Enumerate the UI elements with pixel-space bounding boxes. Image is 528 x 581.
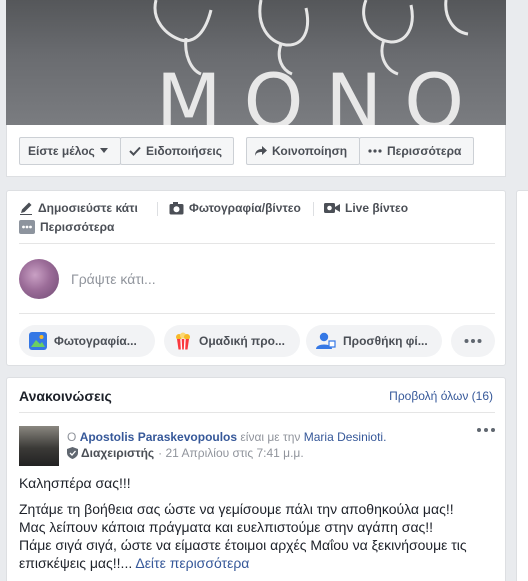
tab-more[interactable]: Περισσότερα: [19, 220, 114, 234]
divider: [19, 313, 495, 314]
share-label: Κοινοποίηση: [272, 144, 348, 158]
photo-icon: [29, 332, 47, 350]
post-prefix: Ο: [67, 430, 77, 444]
post-options-icon[interactable]: [477, 428, 495, 432]
cover-photo: MONO: [6, 0, 506, 125]
post-date-link[interactable]: · 21 Απριλίου στις 7:41 μ.μ.: [158, 446, 303, 460]
checkmark-icon: [129, 146, 141, 156]
post-line: Ζητάμε τη βοήθεια σας ώστε να γεμίσουμε …: [19, 501, 454, 517]
group-pill-label: Ομαδική προ...: [199, 334, 285, 348]
photo-video-pill[interactable]: Φωτογραφία...: [19, 325, 155, 357]
post-line-last: επισκέψεις μας!!... Δείτε περισσότερα: [19, 554, 499, 572]
tab-divider: [157, 202, 158, 216]
share-arrow-icon: [255, 146, 267, 156]
tab-post-label: Δημοσιεύστε κάτι: [38, 201, 138, 215]
tag-pill-label: Προσθήκη φί...: [343, 334, 428, 348]
tab-live-label: Live βίντεο: [345, 201, 409, 215]
author-avatar[interactable]: [19, 426, 59, 466]
photo-pill-label: Φωτογραφία...: [54, 334, 137, 348]
post-body: Καλησπέρα σας!!! Ζητάμε τη βοήθεια σας ώ…: [19, 474, 499, 572]
member-label: Είστε μέλος: [28, 144, 95, 158]
tagged-user-link[interactable]: Maria Desinioti.: [304, 430, 387, 444]
popcorn-icon: [174, 332, 192, 350]
more-box-icon: [19, 220, 35, 234]
more-label: Περισσότερα: [387, 144, 462, 158]
divider: [19, 243, 495, 244]
group-watch-pill[interactable]: Ομαδική προ...: [164, 325, 300, 357]
admin-badge-icon: [67, 447, 78, 459]
tab-divider: [313, 202, 314, 216]
ellipsis-icon: [368, 149, 382, 153]
share-button[interactable]: Κοινοποίηση: [246, 137, 360, 165]
announcements-card: Ανακοινώσεις Προβολή όλων (16) Ο Apostol…: [6, 377, 506, 581]
tab-more-label: Περισσότερα: [40, 220, 115, 234]
tag-friends-pill[interactable]: Προσθήκη φί...: [306, 325, 442, 357]
member-button[interactable]: Είστε μέλος: [19, 137, 121, 165]
notifications-label: Ειδοποιήσεις: [146, 144, 222, 158]
composer-input-placeholder[interactable]: Γράψτε κάτι...: [71, 271, 156, 287]
post-header: Ο Apostolis Paraskevopoulos είναι με την…: [67, 430, 386, 444]
tab-post[interactable]: Δημοσιεύστε κάτι: [19, 201, 138, 215]
more-button[interactable]: Περισσότερα: [359, 137, 474, 165]
tab-live-video[interactable]: Live βίντεο: [324, 201, 408, 215]
tab-photo-label: Φωτογραφία/βίντεο: [189, 201, 301, 215]
right-column-card: [516, 190, 528, 581]
post-line: επισκέψεις μας!!...: [19, 555, 133, 571]
camera-icon: [169, 201, 184, 215]
see-more-link[interactable]: Δείτε περισσότερα: [135, 555, 249, 571]
tag-person-icon: [316, 332, 336, 350]
group-action-bar: Είστε μέλος Ειδοποιήσεις Κοινοποίηση Περ…: [6, 125, 506, 177]
ellipsis-icon: [464, 339, 482, 343]
tab-photo-video[interactable]: Φωτογραφία/βίντεο: [169, 201, 301, 215]
admin-role-label: Διαχειριστής: [81, 446, 155, 460]
notifications-button[interactable]: Ειδοποιήσεις: [120, 137, 234, 165]
author-name-link[interactable]: Apostolis Paraskevopoulos: [80, 430, 237, 444]
cover-title: MONO: [156, 57, 487, 126]
post-composer: Δημοσιεύστε κάτι Φωτογραφία/βίντεο Live …: [6, 190, 506, 366]
post-line: Καλησπέρα σας!!!: [19, 475, 131, 491]
post-line: Μας λείπουν κάποια πράγματα και ευελπιστ…: [19, 519, 434, 535]
more-options-pill[interactable]: [451, 325, 495, 357]
post-connector: είναι με την: [240, 430, 301, 444]
pencil-icon: [19, 201, 33, 215]
post-line-spacer: [19, 492, 499, 500]
post-meta: Διαχειριστής · 21 Απριλίου στις 7:41 μ.μ…: [67, 446, 304, 460]
view-all-link[interactable]: Προβολή όλων (16): [389, 389, 493, 403]
divider: [19, 412, 495, 413]
video-camera-icon: [324, 202, 340, 214]
post-line: Πάμε σιγά σιγά, ώστε να είμαστε έτοιμοι …: [19, 537, 467, 553]
caret-down-icon: [99, 148, 108, 154]
announcements-title: Ανακοινώσεις: [19, 388, 112, 404]
user-avatar[interactable]: [19, 259, 59, 299]
